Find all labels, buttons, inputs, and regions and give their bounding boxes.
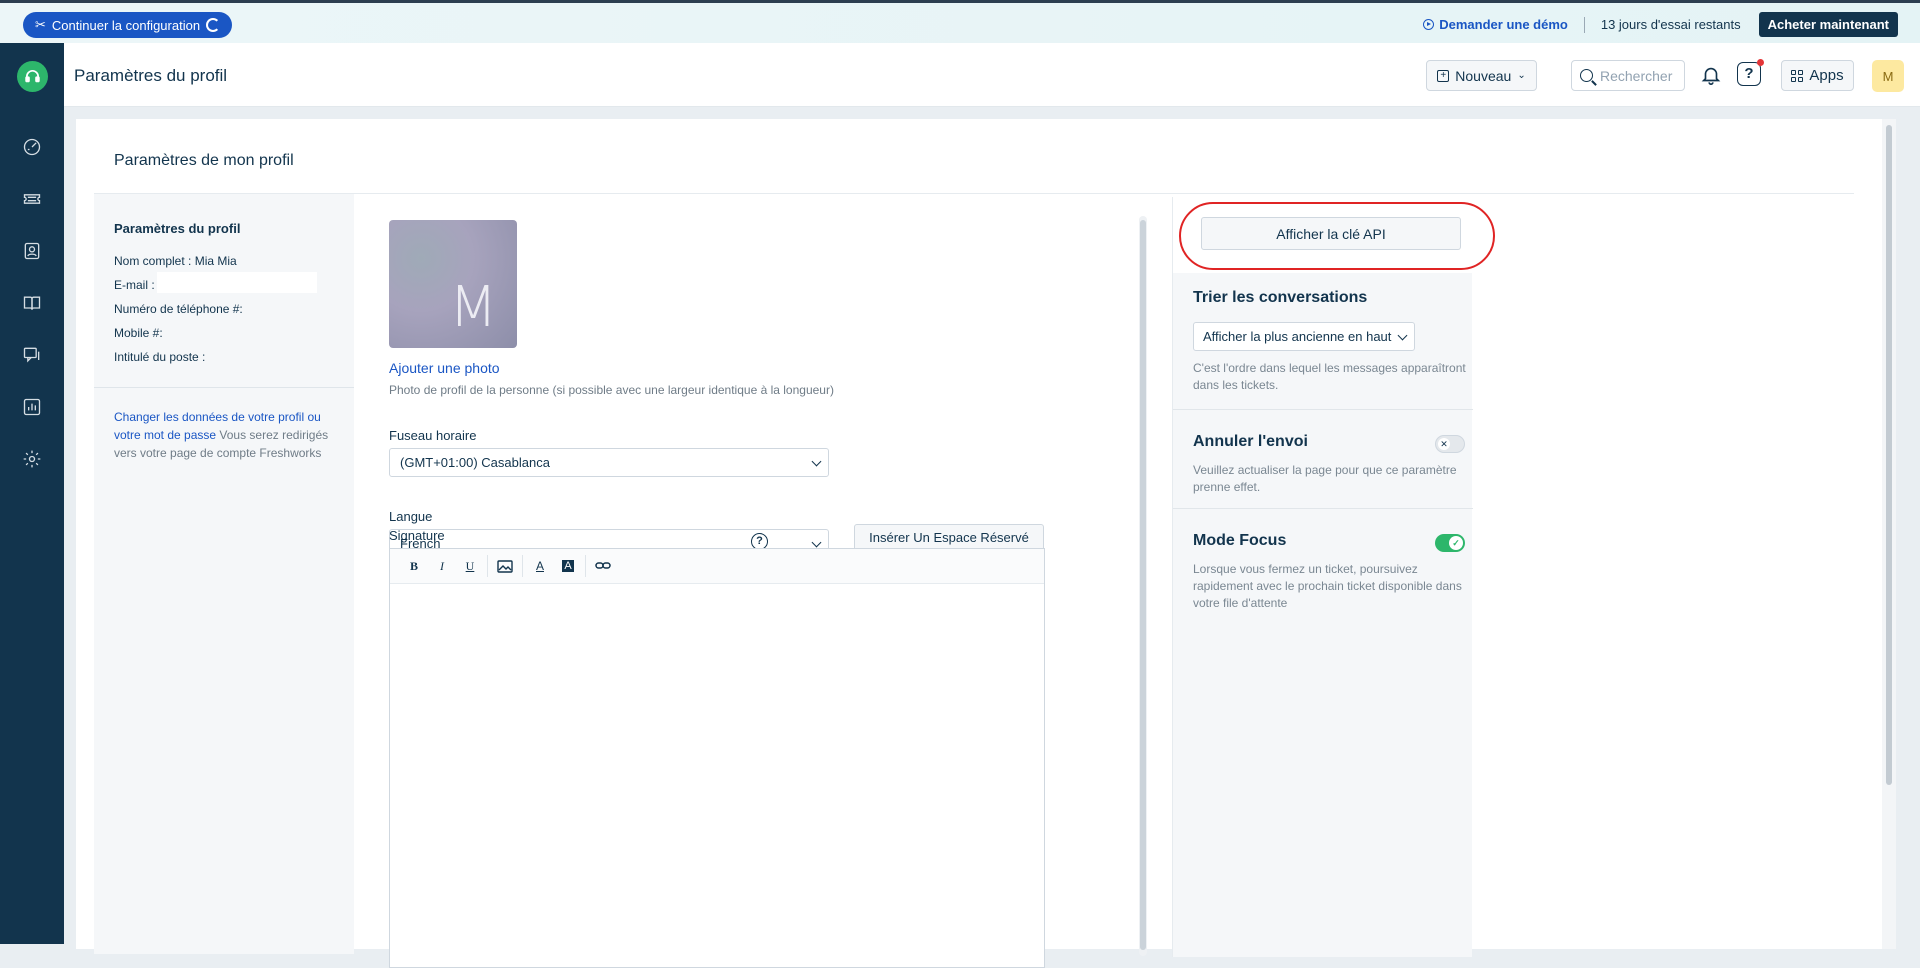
email-label: E-mail : (114, 278, 155, 292)
trial-banner: ✂ Continuer la configuration Demander un… (0, 0, 1920, 43)
apps-grid-icon (1791, 69, 1804, 82)
italic-button[interactable]: I (428, 555, 456, 577)
form-scrollbar-thumb[interactable] (1140, 220, 1146, 950)
undo-send-toggle[interactable]: ✕ (1435, 435, 1465, 453)
undo-send-title: Annuler l'envoi (1193, 433, 1308, 450)
toolbar-divider (585, 555, 586, 577)
underline-button[interactable]: U (456, 555, 484, 577)
language-label: Langue (389, 509, 433, 524)
chevron-down-icon: ⌄ (1517, 70, 1526, 81)
continue-setup-label: Continuer la configuration (51, 17, 201, 33)
sort-conversations-title: Trier les conversations (1193, 289, 1368, 306)
phone-label: Numéro de téléphone #: (114, 302, 243, 316)
insert-placeholder-button[interactable]: Insérer Un Espace Réservé (854, 524, 1044, 551)
editor-toolbar: B I U A A (390, 549, 1044, 584)
toolbar-divider (522, 555, 523, 577)
page-title: Paramètres du profil (74, 66, 228, 85)
account-note: Changer les données de votre profil ou v… (114, 408, 339, 462)
signature-editor[interactable]: B I U A A (389, 548, 1045, 968)
search-input[interactable]: Rechercher (1571, 60, 1685, 91)
settings-gear-icon[interactable] (22, 449, 42, 469)
add-photo-link[interactable]: Ajouter une photo (389, 360, 500, 376)
profile-form: M Ajouter une photo Photo de profil de l… (354, 194, 1147, 968)
focus-mode-toggle[interactable]: ✓ (1435, 534, 1465, 552)
notification-dot (1757, 59, 1764, 66)
photo-help-text: Photo de profil de la personne (si possi… (389, 383, 834, 397)
job-title-label: Intitulé du poste : (114, 350, 206, 364)
timezone-label: Fuseau horaire (389, 428, 477, 443)
font-color-button[interactable]: A (526, 555, 554, 577)
forums-icon[interactable] (22, 345, 42, 365)
page-scrollbar[interactable] (1882, 119, 1896, 949)
background-color-button[interactable]: A (554, 555, 582, 577)
apps-button-label: Apps (1809, 67, 1844, 84)
profile-settings-card: Paramètres de mon profil Paramètres du p… (76, 119, 1896, 968)
help-icon[interactable]: ? (1737, 59, 1764, 86)
sidebar-nav (0, 43, 64, 944)
new-button-label: Nouveau (1455, 67, 1512, 84)
request-demo-link[interactable]: Demander une démo (1423, 17, 1568, 32)
timezone-value: (GMT+01:00) Casablanca (400, 455, 550, 470)
bold-button[interactable]: B (400, 555, 428, 577)
mobile-label: Mobile #: (114, 326, 163, 340)
section-divider (1173, 508, 1473, 509)
contacts-icon[interactable] (22, 241, 42, 261)
continue-setup-button[interactable]: ✂ Continuer la configuration (23, 12, 233, 38)
api-key-section: Afficher la clé API (1173, 197, 1495, 273)
full-name-label: Nom complet : (114, 254, 192, 268)
chevron-down-icon (1397, 330, 1408, 341)
apps-button[interactable]: Apps (1781, 60, 1854, 91)
headset-logo-icon[interactable] (17, 61, 48, 92)
progress-spinner-icon (206, 18, 221, 32)
toolbar-divider (487, 555, 488, 577)
dashboard-icon[interactable] (22, 137, 42, 157)
toggle-off-x-icon: ✕ (1438, 438, 1450, 450)
notifications-bell-icon[interactable] (1700, 63, 1722, 87)
play-circle-icon (1423, 19, 1435, 30)
new-button[interactable]: + Nouveau ⌄ (1426, 60, 1537, 91)
toggle-on-check-icon: ✓ (1449, 536, 1463, 550)
undo-send-description: Veuillez actualiser la page pour que ce … (1193, 463, 1457, 494)
page-header: Paramètres du profil + Nouveau ⌄ Recherc… (64, 43, 1920, 107)
tools-icon: ✂ (35, 17, 46, 32)
sort-order-select[interactable]: Afficher la plus ancienne en haut (1193, 322, 1415, 351)
sort-description: C'est l'ordre dans lequel les messages a… (1193, 361, 1466, 392)
signature-label: Signature (389, 528, 445, 543)
photo-initial: M (449, 275, 498, 340)
email-value-box (157, 272, 317, 293)
form-scrollbar[interactable] (1139, 216, 1147, 956)
full-name-value: Mia Mia (194, 254, 237, 268)
background-color-glyph: A (562, 560, 574, 572)
profile-photo[interactable]: M (389, 220, 517, 348)
profile-info-panel: Paramètres du profil Nom complet : Mia M… (94, 194, 354, 954)
plus-icon: + (1437, 69, 1450, 82)
search-placeholder: Rechercher (1600, 67, 1673, 84)
focus-mode-title: Mode Focus (1193, 532, 1287, 549)
timezone-select[interactable]: (GMT+01:00) Casablanca (389, 448, 829, 477)
focus-mode-description: Lorsque vous fermez un ticket, poursuive… (1193, 562, 1462, 610)
page-scrollbar-thumb[interactable] (1886, 125, 1892, 785)
tickets-icon[interactable] (22, 189, 42, 209)
chevron-down-icon (811, 537, 822, 548)
show-api-key-button[interactable]: Afficher la clé API (1201, 217, 1461, 250)
search-icon (1580, 69, 1593, 82)
sort-order-value: Afficher la plus ancienne en haut (1203, 329, 1392, 344)
buy-now-button[interactable]: Acheter maintenant (1758, 12, 1898, 37)
section-divider (1173, 409, 1473, 410)
trial-remaining-text: 13 jours d'essai restants (1600, 17, 1741, 32)
info-divider (94, 387, 354, 388)
chevron-down-icon (811, 456, 822, 467)
insert-image-icon[interactable] (491, 555, 519, 577)
request-demo-label: Demander une démo (1439, 17, 1568, 32)
knowledge-base-icon[interactable] (22, 293, 42, 313)
banner-divider (1583, 16, 1585, 33)
profile-info-heading: Paramètres du profil (114, 221, 241, 236)
insert-link-icon[interactable] (589, 555, 617, 577)
full-name-row: Nom complet : Mia Mia (114, 254, 237, 268)
reports-icon[interactable] (22, 397, 42, 417)
card-title: Paramètres de mon profil (114, 152, 294, 169)
user-avatar[interactable]: M (1872, 60, 1904, 92)
preferences-panel: Afficher la clé API Trier les conversati… (1172, 197, 1495, 957)
